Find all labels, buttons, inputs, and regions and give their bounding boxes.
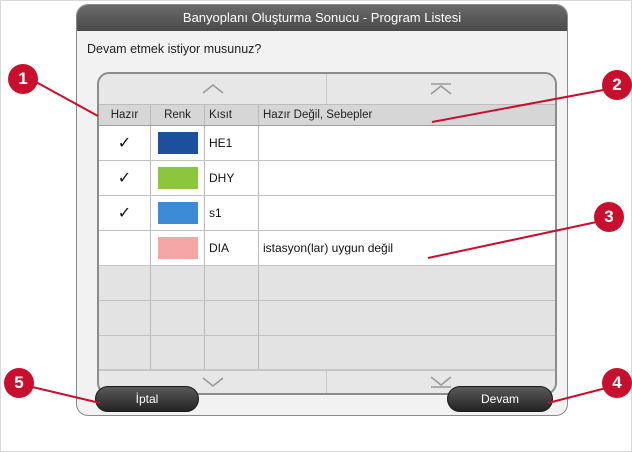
callout-marker-5: 5 — [4, 368, 34, 398]
callout-marker-1: 1 — [8, 64, 38, 94]
callout-marker-3: 3 — [594, 202, 624, 232]
callout-marker-4: 4 — [602, 368, 632, 398]
callout-lines — [27, 81, 615, 404]
callout-marker-2: 2 — [602, 70, 632, 100]
